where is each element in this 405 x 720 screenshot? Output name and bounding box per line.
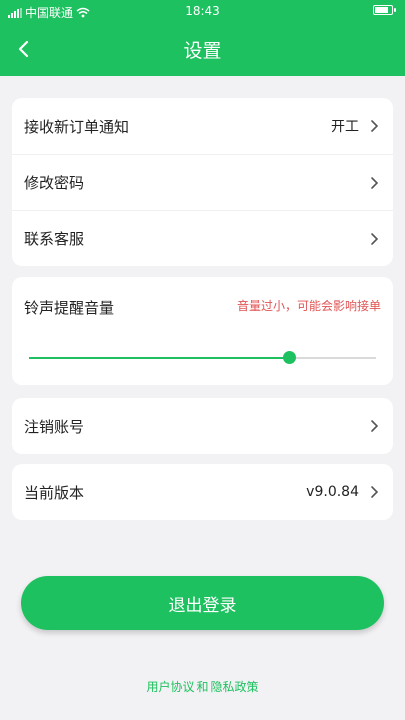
logout-button[interactable]: 退出登录 xyxy=(21,576,384,630)
chevron-right-icon xyxy=(371,486,379,498)
volume-slider-thumb[interactable] xyxy=(283,351,297,364)
row-label: 当前版本 xyxy=(24,483,85,502)
chevron-right-icon xyxy=(371,120,379,132)
settings-card-main: 接收新订单通知 开工 修改密码 联系客服 xyxy=(12,98,393,266)
deregister-card: 注销账号 xyxy=(12,398,393,454)
chevron-right-icon xyxy=(371,176,379,189)
contact-support-row[interactable]: 联系客服 xyxy=(12,210,393,266)
user-agreement-link[interactable]: 用户协议 xyxy=(146,680,194,694)
volume-slider-fill xyxy=(29,357,290,359)
row-label: 注销账号 xyxy=(24,417,85,436)
page-title: 设置 xyxy=(183,40,222,62)
status-bar: 中国联通 18:43 xyxy=(0,0,405,22)
footer-connector: 和 xyxy=(196,680,209,694)
version-card: 当前版本 v9.0.84 xyxy=(12,464,393,520)
footer-links: 用户协议和隐私政策 xyxy=(0,678,405,695)
status-time: 18:43 xyxy=(185,4,220,18)
row-label: 修改密码 xyxy=(24,174,85,192)
version-value: v9.0.84 xyxy=(306,484,359,500)
nav-bar: 设置 xyxy=(0,22,405,76)
row-label: 接收新订单通知 xyxy=(24,117,130,136)
change-password-row[interactable]: 修改密码 xyxy=(12,154,393,210)
privacy-policy-link[interactable]: 隐私政策 xyxy=(211,680,259,694)
new-order-notification-row[interactable]: 接收新订单通知 开工 xyxy=(12,98,393,154)
chevron-right-icon xyxy=(371,232,379,245)
chevron-right-icon xyxy=(371,420,379,432)
battery-icon xyxy=(373,5,396,15)
row-label: 联系客服 xyxy=(24,230,85,248)
notification-status-value: 开工 xyxy=(331,119,359,135)
volume-card: 铃声提醒音量 音量过小，可能会影响接单 xyxy=(12,277,393,385)
deregister-account-row[interactable]: 注销账号 xyxy=(12,398,393,454)
volume-label: 铃声提醒音量 xyxy=(24,299,115,317)
volume-warning: 音量过小，可能会影响接单 xyxy=(236,299,381,313)
volume-slider[interactable] xyxy=(29,351,376,364)
current-version-row[interactable]: 当前版本 v9.0.84 xyxy=(12,464,393,520)
